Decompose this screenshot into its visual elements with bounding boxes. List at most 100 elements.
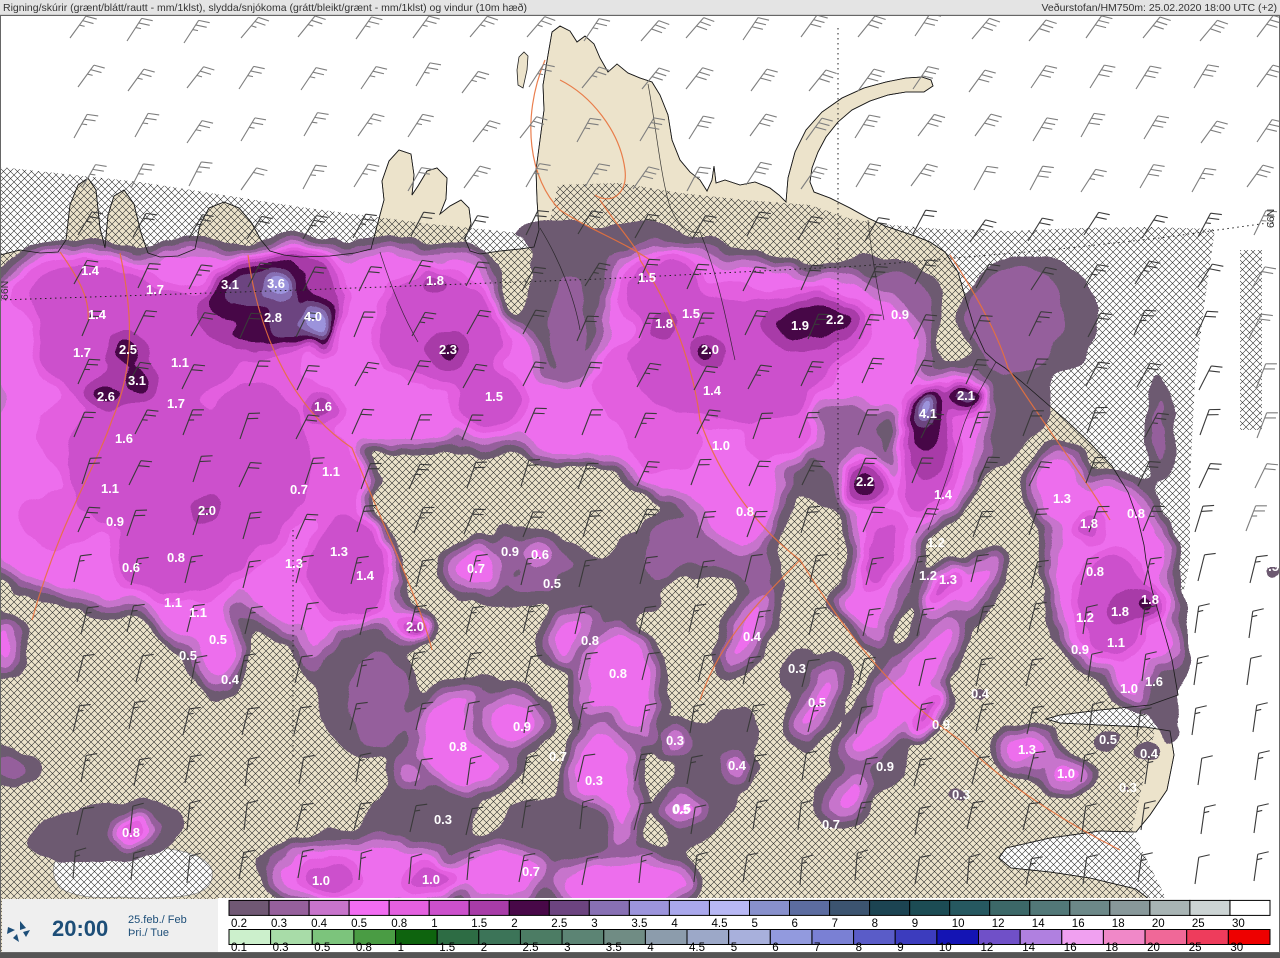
svg-text:0.8: 0.8 xyxy=(449,739,467,754)
svg-text:0.4: 0.4 xyxy=(221,672,240,687)
svg-text:1.0: 1.0 xyxy=(422,872,440,887)
svg-text:1.7: 1.7 xyxy=(167,396,185,411)
svg-text:1.3: 1.3 xyxy=(285,556,303,571)
svg-text:2.6: 2.6 xyxy=(97,389,115,404)
svg-text:3.6: 3.6 xyxy=(267,276,285,291)
svg-text:1.6: 1.6 xyxy=(314,399,332,414)
svg-text:1.5: 1.5 xyxy=(682,306,700,321)
svg-text:0.5: 0.5 xyxy=(543,576,561,591)
svg-text:1.3: 1.3 xyxy=(1053,491,1071,506)
svg-text:0.5: 0.5 xyxy=(351,918,367,930)
svg-text:Veðurstofan/HM750m: 25.02.2020: Veðurstofan/HM750m: 25.02.2020 18:00 UTC… xyxy=(1041,2,1277,14)
svg-text:0.5: 0.5 xyxy=(209,632,227,647)
svg-text:1.1: 1.1 xyxy=(322,464,340,479)
svg-text:1.5: 1.5 xyxy=(471,918,487,930)
svg-text:4.0: 4.0 xyxy=(304,309,322,324)
svg-text:1.8: 1.8 xyxy=(655,316,673,331)
svg-text:0.7: 0.7 xyxy=(822,817,840,832)
svg-text:0.5: 0.5 xyxy=(1261,559,1279,574)
svg-text:1: 1 xyxy=(431,918,437,930)
svg-text:0.4: 0.4 xyxy=(728,758,747,773)
svg-text:0.3: 0.3 xyxy=(666,733,684,748)
svg-text:1.2: 1.2 xyxy=(919,568,937,583)
svg-text:0.8: 0.8 xyxy=(122,825,140,840)
svg-text:2.2: 2.2 xyxy=(856,474,874,489)
svg-text:5: 5 xyxy=(752,918,758,930)
svg-text:0.3: 0.3 xyxy=(585,773,603,788)
svg-text:4.5: 4.5 xyxy=(712,918,728,930)
svg-text:1.8: 1.8 xyxy=(1111,604,1129,619)
svg-text:0.9: 0.9 xyxy=(876,759,894,774)
svg-text:1.1: 1.1 xyxy=(1107,635,1125,650)
svg-text:0.3: 0.3 xyxy=(1119,780,1137,795)
svg-text:1.6: 1.6 xyxy=(1145,674,1163,689)
svg-text:1.8: 1.8 xyxy=(426,273,444,288)
svg-text:1.0: 1.0 xyxy=(1120,681,1138,696)
svg-text:1.2: 1.2 xyxy=(927,535,945,550)
svg-text:2.8: 2.8 xyxy=(264,310,282,325)
svg-text:16: 16 xyxy=(1072,918,1085,930)
svg-text:1.4: 1.4 xyxy=(81,263,100,278)
svg-text:1.1: 1.1 xyxy=(101,481,119,496)
svg-text:0.8: 0.8 xyxy=(167,550,185,565)
svg-text:1.4: 1.4 xyxy=(934,487,953,502)
svg-text:0.5: 0.5 xyxy=(808,695,826,710)
svg-text:1.4: 1.4 xyxy=(703,383,722,398)
svg-text:0.6: 0.6 xyxy=(122,560,140,575)
svg-text:Þri./ Tue: Þri./ Tue xyxy=(128,927,169,939)
svg-text:3: 3 xyxy=(591,918,597,930)
svg-text:1.0: 1.0 xyxy=(1057,766,1075,781)
svg-text:1.4: 1.4 xyxy=(356,568,375,583)
svg-text:3.1: 3.1 xyxy=(221,277,239,292)
svg-text:2.1: 2.1 xyxy=(957,388,975,403)
svg-text:0.3: 0.3 xyxy=(952,787,970,802)
svg-text:0.5: 0.5 xyxy=(1099,732,1117,747)
svg-text:1.4: 1.4 xyxy=(88,307,107,322)
svg-text:1.6: 1.6 xyxy=(115,431,133,446)
svg-text:0.8: 0.8 xyxy=(391,918,407,930)
svg-text:0.5: 0.5 xyxy=(672,802,690,817)
svg-text:0.7: 0.7 xyxy=(522,864,540,879)
svg-text:6: 6 xyxy=(792,918,798,930)
svg-text:0.5: 0.5 xyxy=(179,648,197,663)
svg-text:0.8: 0.8 xyxy=(1127,506,1145,521)
svg-text:0.9: 0.9 xyxy=(501,544,519,559)
svg-text:3.5: 3.5 xyxy=(631,918,647,930)
svg-text:0.2: 0.2 xyxy=(231,918,247,930)
svg-text:8: 8 xyxy=(872,918,878,930)
svg-text:1.3: 1.3 xyxy=(1018,742,1036,757)
svg-text:2.0: 2.0 xyxy=(198,503,216,518)
svg-text:25: 25 xyxy=(1192,918,1205,930)
svg-text:0.3: 0.3 xyxy=(271,918,287,930)
svg-text:25.feb./ Feb: 25.feb./ Feb xyxy=(128,914,187,926)
svg-text:0.9: 0.9 xyxy=(891,307,909,322)
svg-text:0.4: 0.4 xyxy=(743,629,762,644)
svg-text:2.5: 2.5 xyxy=(551,918,567,930)
svg-text:0.7: 0.7 xyxy=(290,482,308,497)
svg-text:1.1: 1.1 xyxy=(189,605,207,620)
svg-text:18: 18 xyxy=(1112,918,1125,930)
svg-text:0.9: 0.9 xyxy=(106,514,124,529)
svg-text:0.9: 0.9 xyxy=(513,719,531,734)
svg-text:1.1: 1.1 xyxy=(171,355,189,370)
svg-text:0.8: 0.8 xyxy=(609,666,627,681)
svg-text:0.4: 0.4 xyxy=(311,918,328,930)
svg-text:2.3: 2.3 xyxy=(439,342,457,357)
svg-text:0.6: 0.6 xyxy=(531,547,549,562)
svg-text:1.7: 1.7 xyxy=(73,345,91,360)
svg-text:0.8: 0.8 xyxy=(581,633,599,648)
svg-text:4: 4 xyxy=(671,918,678,930)
svg-text:10: 10 xyxy=(952,918,965,930)
svg-text:0.7: 0.7 xyxy=(467,561,485,576)
svg-text:14: 14 xyxy=(1032,918,1045,930)
svg-text:1.1: 1.1 xyxy=(164,595,182,610)
svg-text:0.8: 0.8 xyxy=(1086,564,1104,579)
svg-text:12: 12 xyxy=(992,918,1005,930)
svg-text:1.2: 1.2 xyxy=(1076,610,1094,625)
svg-text:1.5: 1.5 xyxy=(638,270,656,285)
svg-text:9: 9 xyxy=(912,918,918,930)
svg-text:7: 7 xyxy=(832,918,838,930)
svg-text:2: 2 xyxy=(511,918,517,930)
svg-text:0.4: 0.4 xyxy=(1140,746,1159,761)
svg-text:1.8: 1.8 xyxy=(1141,592,1159,607)
